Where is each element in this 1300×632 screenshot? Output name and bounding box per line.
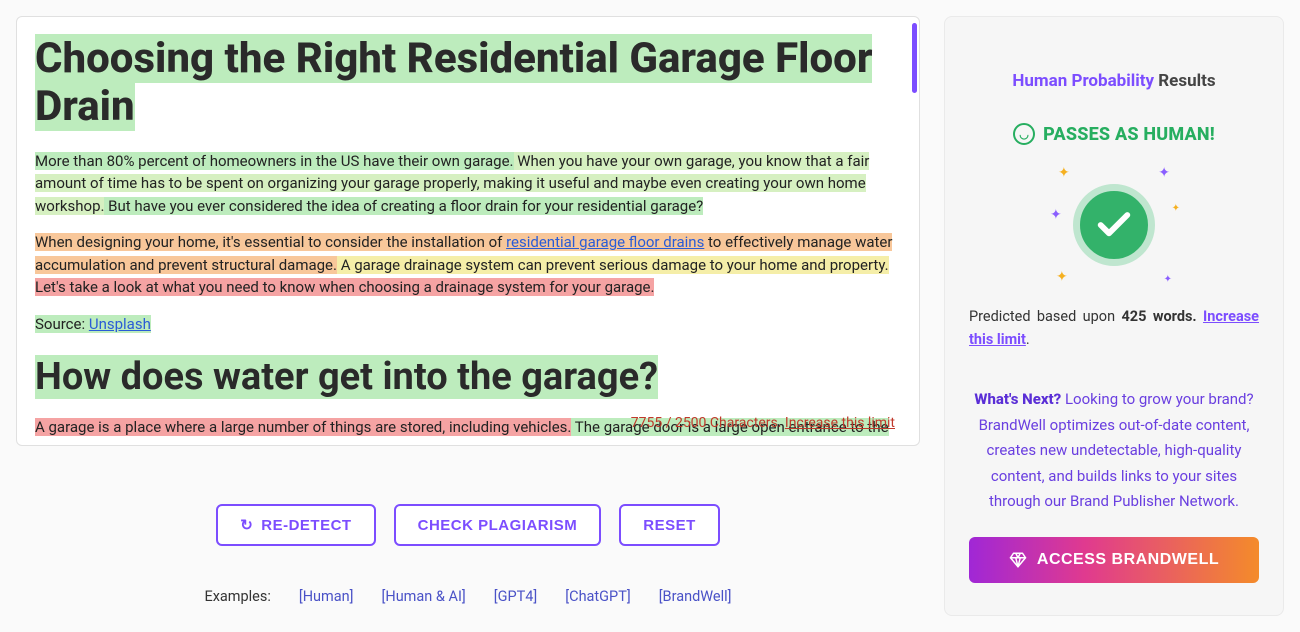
example-chatgpt[interactable]: [ChatGPT] [565,588,630,605]
example-gpt4[interactable]: [GPT4] [494,588,538,605]
drain-link[interactable]: residential garage floor drains [506,233,704,251]
action-bar: ↻ RE-DETECT CHECK PLAGIARISM RESET [16,504,920,546]
increase-limit-link[interactable]: Increase this limit [785,415,895,431]
sparkle-icon: ✦ [1164,274,1172,285]
sparkle-icon: ✦ [1056,269,1068,285]
editor-container: Choosing the Right Residential Garage Fl… [16,16,920,446]
example-brandwell[interactable]: [BrandWell] [659,588,732,605]
refresh-icon: ↻ [240,516,253,534]
results-panel: Human Probability Results ◡ PASSES AS HU… [944,16,1284,616]
check-plagiarism-button[interactable]: CHECK PLAGIARISM [394,504,602,546]
heading-2: How does water get into the garage? [35,349,893,406]
examples-label: Examples: [204,588,270,605]
whats-next-text: What's Next? Looking to grow your brand?… [969,387,1259,515]
character-counter: 7755 / 2500 Characters. Increase this li… [631,415,895,431]
check-circle-icon [1073,184,1155,266]
example-human-ai[interactable]: [Human & AI] [382,588,466,605]
smiley-icon: ◡ [1013,123,1035,145]
predicted-text: Predicted based upon 425 words. Increase… [969,305,1259,351]
scrollbar-thumb[interactable] [912,23,917,93]
examples-row: Examples: [Human] [Human & AI] [GPT4] [C… [16,588,920,605]
sparkle-icon: ✦ [1172,203,1180,214]
results-title: Human Probability Results [1012,71,1215,91]
paragraph-2: When designing your home, it's essential… [35,231,893,299]
diamond-icon [1009,551,1027,569]
article-title: Choosing the Right Residential Garage Fl… [35,35,893,132]
reset-button[interactable]: RESET [619,504,720,546]
access-brandwell-button[interactable]: ACCESS BRANDWELL [969,537,1259,583]
example-human[interactable]: [Human] [299,588,354,605]
redetect-button[interactable]: ↻ RE-DETECT [216,504,375,546]
sparkle-icon: ✦ [1058,165,1070,181]
passes-as-human-label: ◡ PASSES AS HUMAN! [1013,123,1215,145]
source-line: Source: Unsplash [35,313,893,336]
sparkle-icon: ✦ [1158,165,1170,181]
text-editor[interactable]: Choosing the Right Residential Garage Fl… [17,17,919,445]
paragraph-1: More than 80% percent of homeowners in t… [35,150,893,218]
left-panel: Choosing the Right Residential Garage Fl… [16,16,920,616]
sparkle-icon: ✦ [1050,207,1062,223]
checkmark-graphic: ✦ ✦ ✦ ✦ ✦ ✦ [1054,165,1174,285]
source-link[interactable]: Unsplash [89,315,151,333]
